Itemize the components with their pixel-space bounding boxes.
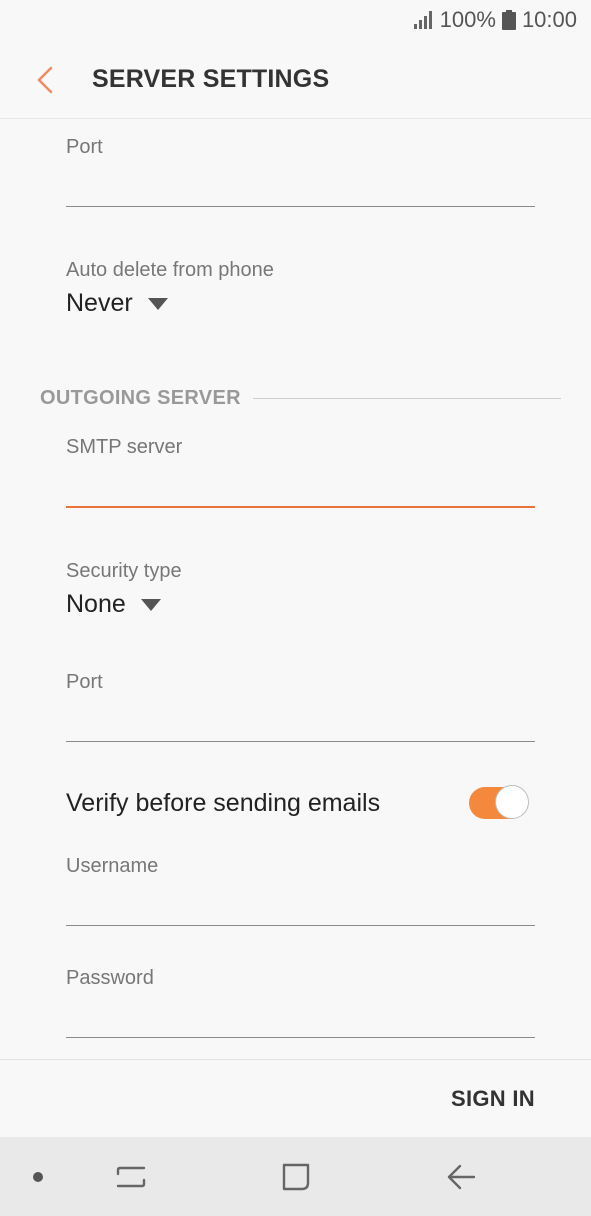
smtp-server-field: SMTP server [66,436,535,518]
incoming-port-field: Port [66,136,535,216]
back-arrow-icon[interactable] [34,65,56,95]
security-type-dropdown[interactable]: None [66,590,161,619]
outgoing-port-field: Port [66,671,535,751]
security-type-field: Security type None [66,560,535,630]
dropdown-caret-icon [147,297,168,310]
status-indicators: 100% 10:00 [413,7,577,33]
system-navigation-bar [0,1137,591,1216]
auto-delete-field: Auto delete from phone Never [66,259,535,329]
clock: 10:00 [521,7,577,32]
bottom-action-bar: SIGN IN [0,1059,591,1138]
server-settings-screen: 100% 10:00 SERVER SETTINGS Port Auto del… [0,0,591,1216]
outgoing-server-header: OUTGOING SERVER [40,387,561,410]
security-type-value: None [66,590,126,618]
auto-delete-dropdown[interactable]: Never [66,289,168,318]
page-title: SERVER SETTINGS [92,65,330,93]
recents-icon[interactable] [113,1159,149,1195]
settings-form: Port Auto delete from phone Never OUTGOI… [0,119,591,1059]
dropdown-caret-icon [140,598,161,611]
app-bar: SERVER SETTINGS [0,40,591,119]
nav-back-icon[interactable] [443,1159,479,1195]
smtp-server-input[interactable] [66,468,535,508]
battery-percent: 100% [439,7,496,32]
username-input[interactable] [66,887,535,926]
verify-before-sending-row: Verify before sending emails [66,781,531,825]
auto-delete-value: Never [66,289,133,317]
signal-icon [413,11,432,29]
incoming-port-input[interactable] [66,168,535,207]
status-bar: 100% 10:00 [0,0,591,40]
password-input[interactable] [66,999,535,1038]
security-type-label: Security type [66,560,182,582]
verify-before-sending-label: Verify before sending emails [66,789,381,817]
verify-before-sending-toggle[interactable] [469,785,531,821]
username-label: Username [66,855,159,877]
home-icon[interactable] [278,1159,314,1195]
password-field: Password [66,967,535,1047]
username-field: Username [66,855,535,935]
nav-indicator-dot [33,1172,43,1182]
outgoing-port-input[interactable] [66,703,535,742]
section-divider [252,398,561,399]
smtp-server-label: SMTP server [66,436,183,458]
outgoing-server-title: OUTGOING SERVER [40,387,241,409]
battery-icon [501,10,516,30]
password-label: Password [66,967,154,989]
incoming-port-label: Port [66,136,103,158]
sign-in-button[interactable]: SIGN IN [451,1086,535,1112]
outgoing-port-label: Port [66,671,103,693]
auto-delete-label: Auto delete from phone [66,259,274,281]
toggle-thumb [495,785,529,819]
